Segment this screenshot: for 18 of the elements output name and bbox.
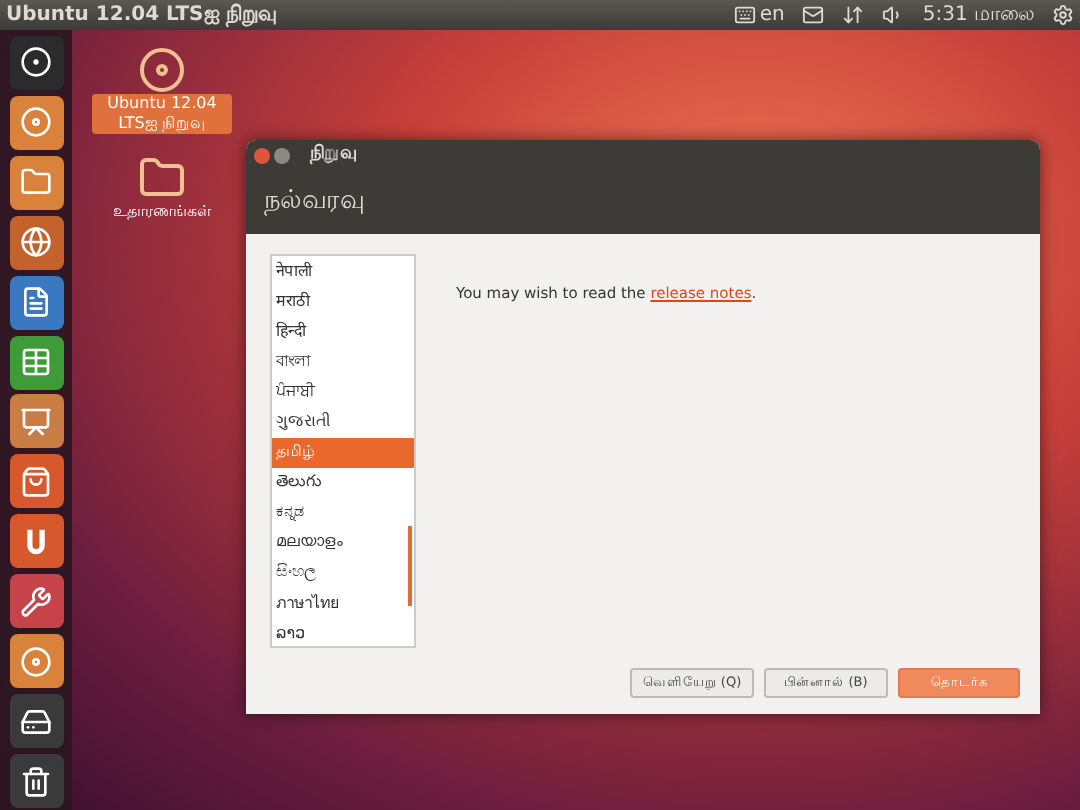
language-item[interactable]: ગુજરાતી (272, 406, 414, 438)
language-item[interactable]: മലയാളം (272, 527, 414, 558)
window-title: நிறுவு (310, 141, 358, 169)
keyboard-layout[interactable]: en (759, 0, 785, 30)
panel-title: Ubuntu 12.04 LTSஐ நிறுவு (6, 1, 279, 30)
language-item[interactable]: සිංහල (272, 557, 414, 589)
desktop-icon-label[interactable]: உதாரணங்கள் (109, 202, 215, 222)
language-item[interactable]: नेपाली (272, 256, 414, 287)
language-item[interactable]: বাংলা (272, 346, 414, 377)
page-heading: நல்வரவு (264, 184, 364, 221)
language-item[interactable]: ਪੰਜਾਬੀ (272, 376, 414, 407)
language-item[interactable]: ภาษาไทย (272, 588, 414, 619)
language-item[interactable]: ລາວ (272, 618, 414, 646)
clock[interactable]: 5:31 மாலை (922, 0, 1034, 30)
language-item[interactable]: हिन्दी (272, 316, 414, 347)
language-item[interactable]: తెలుగు (272, 467, 414, 498)
language-item[interactable]: ಕನ್ನಡ (272, 497, 414, 528)
language-item[interactable]: मराठी (272, 286, 414, 317)
